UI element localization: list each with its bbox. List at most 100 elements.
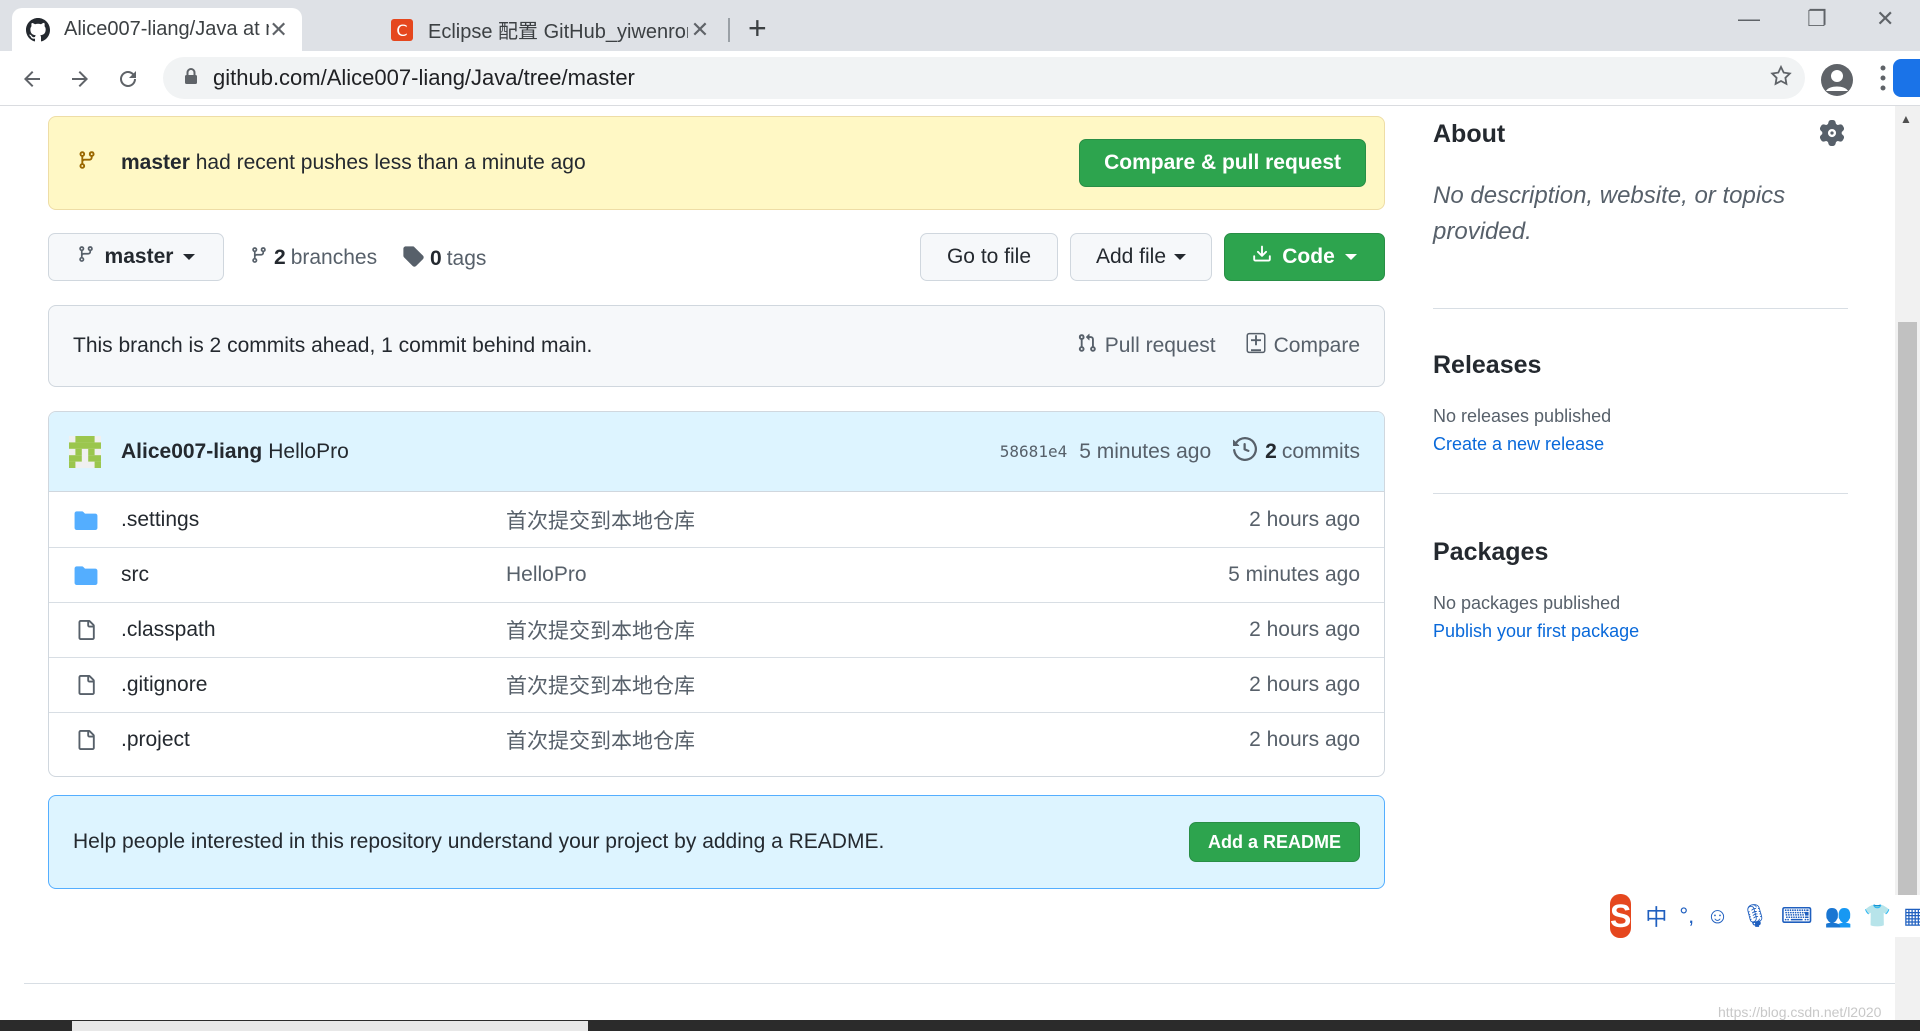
chevron-down-icon [1174,254,1187,260]
new-tab-icon[interactable]: + [748,10,767,47]
lock-icon [183,67,199,90]
commit-author[interactable]: Alice007-liang [121,440,262,464]
file-commit-message[interactable]: 首次提交到本地仓库 [506,505,695,535]
commit-message[interactable]: HelloPro [268,440,349,464]
packages-title[interactable]: Packages [1433,538,1548,567]
publish-package-link[interactable]: Publish your first package [1433,621,1639,642]
add-readme-button[interactable]: Add a README [1188,822,1360,862]
push-message: master had recent pushes less than a min… [121,151,586,175]
emoji-icon[interactable]: ☺ [1706,903,1728,929]
minimize-icon[interactable]: — [1738,6,1760,32]
file-browser: Alice007-liang HelloPro 58681e4 5 minute… [48,411,1385,777]
tab-title: Alice007-liang/Java at master [64,18,269,40]
commits-count: 2 [1265,439,1277,463]
compare-pull-request-button[interactable]: Compare & pull request [1079,139,1366,187]
branches-link[interactable]: 2 branches [250,245,377,271]
file-age: 5 minutes ago [1228,563,1360,586]
address-bar[interactable]: github.com/Alice007-liang/Java/tree/mast… [163,57,1805,99]
file-commit-message[interactable]: 首次提交到本地仓库 [506,615,695,645]
reload-icon[interactable] [110,61,146,97]
about-title: About [1433,120,1506,148]
folder-icon [73,510,99,530]
tab-title: Eclipse 配置 GitHub_yiwenrong [428,21,688,43]
window-close-icon[interactable]: ✕ [1876,6,1894,32]
star-icon[interactable] [1769,64,1793,93]
tab-close-icon[interactable]: ✕ [269,17,288,43]
watermark: https://blog.csdn.net/l2020 [1718,1004,1882,1020]
about-description: No description, website, or topics provi… [1433,182,1786,245]
pull-request-link[interactable]: Pull request [1069,332,1216,360]
packages-empty: No packages published [1433,593,1621,613]
sidebar-divider [1433,493,1848,494]
code-button[interactable]: Code [1224,233,1385,281]
menu-dots-icon[interactable] [1880,65,1886,96]
tags-count: 0 [430,247,442,270]
back-arrow-icon[interactable] [14,61,50,97]
add-file-label: Add file [1095,245,1167,268]
file-row[interactable]: .project 首次提交到本地仓库 2 hours ago [49,712,1384,767]
file-row[interactable]: .classpath 首次提交到本地仓库 2 hours ago [49,602,1384,657]
ime-mode[interactable]: 中 [1645,900,1667,932]
user-icon[interactable]: 👥 [1824,903,1851,929]
ime-punctuation[interactable]: °, [1679,903,1694,929]
go-to-file-button[interactable]: Go to file [920,233,1058,281]
history-icon [1233,436,1258,467]
add-file-button[interactable]: Add file [1070,233,1212,281]
chevron-down-icon [183,254,196,260]
taskbar-window[interactable] [72,1021,588,1031]
file-commit-message[interactable]: HelloPro [506,563,587,587]
file-row[interactable]: .settings 首次提交到本地仓库 2 hours ago [49,492,1384,547]
avatar[interactable] [69,435,101,468]
skin-icon[interactable]: 👕 [1864,903,1891,929]
branch-name: master [104,245,174,268]
file-list: .settings 首次提交到本地仓库 2 hours ago src HelloPro… [49,492,1384,767]
keyboard-icon[interactable]: ⌨ [1781,903,1813,929]
tag-icon [402,245,424,273]
restore-icon[interactable]: ❐ [1807,6,1827,32]
file-age: 2 hours ago [1249,618,1360,641]
releases-empty: No releases published [1433,406,1612,426]
tags-link[interactable]: 0 tags [402,245,486,273]
ahead-message: This branch is 2 commits ahead, 1 commit… [73,334,593,357]
tab-active[interactable]: Alice007-liang/Java at master ✕ [12,8,302,51]
scrollbar-thumb[interactable] [1898,322,1917,897]
gear-icon[interactable] [1819,120,1845,151]
footer-divider [24,983,1896,984]
profile-icon[interactable] [1820,63,1854,102]
compare-link[interactable]: Compare [1238,332,1360,360]
releases-title[interactable]: Releases [1433,351,1541,380]
file-icon [73,673,99,697]
commit-sha[interactable]: 58681e4 [1000,442,1067,461]
compare-label: Compare [1273,334,1360,357]
forward-arrow-icon[interactable] [62,61,98,97]
os-taskbar [0,1020,1920,1031]
scroll-up-icon[interactable]: ▲ [1900,112,1912,126]
commits-link[interactable]: 2 commits [1233,436,1360,467]
latest-commit-bar: Alice007-liang HelloPro 58681e4 5 minute… [49,412,1384,492]
extension-icon[interactable] [1893,59,1920,97]
file-row[interactable]: .gitignore 首次提交到本地仓库 2 hours ago [49,657,1384,712]
pull-request-icon [1077,332,1097,360]
ime-toolbar: S 中 °, ☺ 🎙 ⌨ 👥 👕 ▦ [1610,894,1920,938]
diff-icon [1246,332,1266,360]
tags-label: tags [446,247,487,270]
branch-icon [77,149,97,177]
tab-inactive[interactable]: C Eclipse 配置 GitHub_yiwenrong ✕ [376,8,726,51]
branch-select-button[interactable]: master [48,233,224,281]
file-row[interactable]: src HelloPro 5 minutes ago [49,547,1384,602]
tab-separator [728,18,730,42]
microphone-icon[interactable]: 🎙 [1741,903,1769,929]
ime-logo[interactable]: S [1610,894,1632,938]
file-name[interactable]: .classpath [121,618,216,642]
create-release-link[interactable]: Create a new release [1433,434,1604,455]
grid-icon[interactable]: ▦ [1903,903,1920,929]
file-name[interactable]: src [121,563,149,587]
tab-close-icon[interactable]: ✕ [688,17,712,43]
file-name[interactable]: .gitignore [121,673,207,697]
browser-toolbar: github.com/Alice007-liang/Java/tree/mast… [0,51,1920,106]
file-name[interactable]: .project [121,728,190,752]
file-name[interactable]: .settings [121,508,199,532]
file-commit-message[interactable]: 首次提交到本地仓库 [506,725,695,755]
file-commit-message[interactable]: 首次提交到本地仓库 [506,670,695,700]
file-icon [73,728,99,752]
